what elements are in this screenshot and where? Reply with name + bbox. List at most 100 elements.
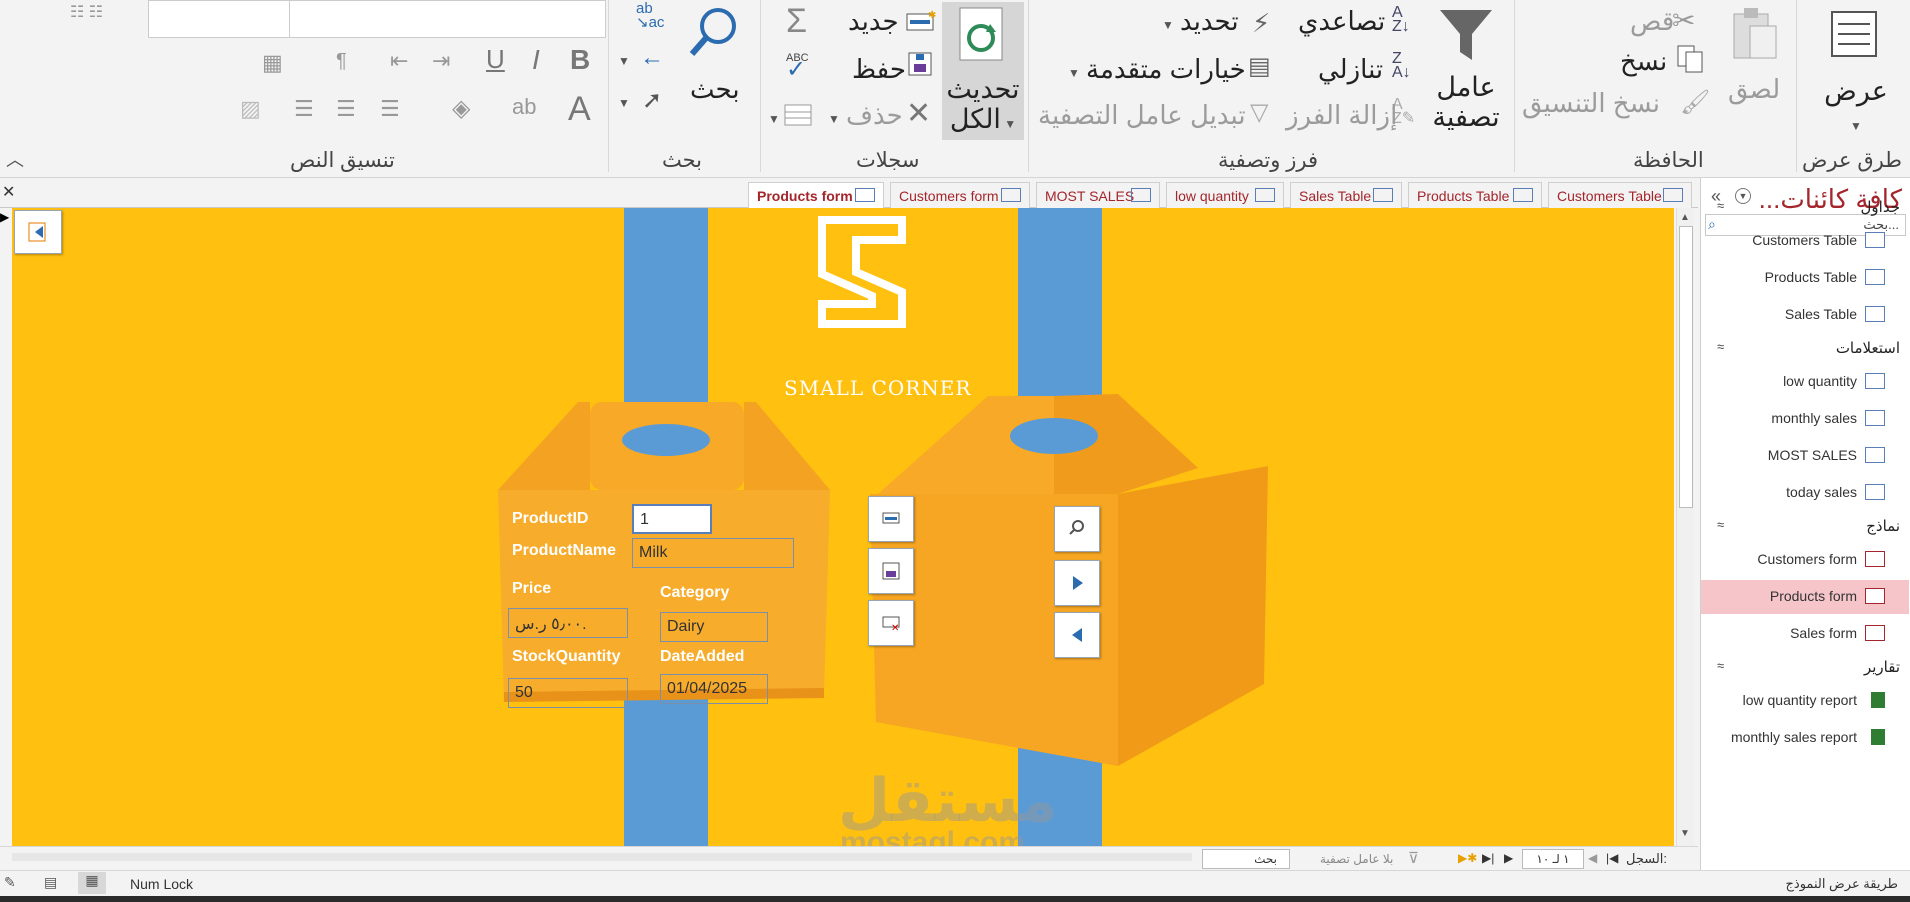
tab-products-form[interactable]: Products form	[748, 182, 884, 209]
tab-customers-table[interactable]: Customers Table	[1548, 182, 1692, 208]
bold-icon[interactable]: B	[570, 44, 590, 76]
stockquantity-field[interactable]: 50	[508, 678, 628, 708]
replace-icon[interactable]: ab ↘ac	[636, 1, 664, 30]
collapse-section-icon[interactable]: ≈	[1717, 658, 1724, 673]
new-record-button[interactable]	[868, 496, 914, 542]
collapse-section-icon[interactable]: ≈	[1717, 198, 1724, 213]
selection-button[interactable]: تحديد	[1180, 6, 1239, 37]
tab-low-quantity[interactable]: low quantity	[1166, 182, 1284, 208]
select-dropdown-icon[interactable]: ▼	[618, 96, 630, 110]
nav-item-products-table[interactable]: Products Table	[1701, 261, 1909, 295]
collapse-section-icon[interactable]: ≈	[1717, 339, 1724, 354]
productid-field[interactable]: 1	[632, 504, 712, 534]
nav-item-most-sales[interactable]: MOST SALES	[1701, 439, 1909, 473]
close-icon[interactable]: ✕	[2, 182, 15, 202]
layout-view-icon[interactable]: ▤	[44, 874, 57, 891]
copy-button[interactable]: نسخ	[1620, 46, 1667, 77]
new-button[interactable]: جديد	[848, 6, 899, 37]
hscroll-thumb[interactable]	[12, 853, 1192, 861]
delete-record-button[interactable]: ✕	[868, 600, 914, 646]
delete-dropdown-icon[interactable]: ▼	[828, 112, 840, 126]
select-cursor-icon[interactable]: ➚	[642, 86, 662, 115]
refresh-all-button[interactable]: تحديث الكل ▼	[942, 2, 1024, 140]
collapse-section-icon[interactable]: ≈	[1717, 517, 1724, 532]
font-color-icon[interactable]: A	[568, 90, 591, 129]
underline-icon[interactable]: U	[486, 44, 505, 75]
nav-menu-icon[interactable]: ▼	[1735, 188, 1751, 204]
align-left-icon[interactable]: ☰	[294, 96, 314, 122]
bullets-icon[interactable]: ☷ ☷	[70, 2, 103, 22]
find-button[interactable]: بحث	[690, 74, 740, 105]
paste-button[interactable]: لصق	[1728, 74, 1780, 105]
find-record-button[interactable]	[1054, 506, 1100, 552]
next-record-icon[interactable]: ▶	[1504, 851, 1513, 865]
highlight-icon[interactable]: ab	[512, 94, 536, 120]
nav-item-low-quantity[interactable]: low quantity	[1701, 365, 1909, 399]
nav-section-header[interactable]: جداول	[1861, 198, 1900, 216]
category-field[interactable]: Dairy	[660, 612, 768, 642]
nav-section-header[interactable]: نماذج	[1866, 517, 1900, 535]
remove-sort-button[interactable]: إزالة الفرز	[1286, 100, 1397, 131]
advanced-dropdown-icon[interactable]: ▼	[1068, 66, 1080, 80]
nav-item-sales-table[interactable]: Sales Table	[1701, 298, 1909, 332]
goto-icon[interactable]: ←	[640, 44, 664, 72]
tab-sales-table[interactable]: Sales Table	[1290, 182, 1402, 208]
more-dropdown-icon[interactable]: ▼	[768, 112, 780, 126]
delete-button[interactable]: حذف	[846, 100, 903, 131]
align-right-icon[interactable]: ☰	[380, 96, 400, 122]
nav-item-customers-table[interactable]: Customers Table	[1701, 224, 1909, 258]
nav-item-today-sales[interactable]: today sales	[1701, 476, 1909, 510]
paste-icon[interactable]	[1726, 4, 1782, 64]
sort-ascending-button[interactable]: تصاعدي	[1298, 6, 1385, 37]
more-records-icon[interactable]	[784, 104, 814, 126]
filter-icon[interactable]	[1436, 4, 1496, 64]
previous-record-button[interactable]	[1054, 612, 1100, 658]
indent-icon[interactable]: ⇥	[432, 48, 450, 74]
fill-color-icon[interactable]: ◈	[452, 94, 470, 123]
nav-item-customers-form[interactable]: Customers form	[1701, 543, 1909, 577]
font-name-box[interactable]	[288, 0, 606, 38]
record-selector-icon[interactable]: ▶	[0, 210, 9, 224]
dateadded-field[interactable]: 01/04/2025	[660, 674, 768, 704]
nav-item-low-quantity-report[interactable]: low quantity report	[1701, 684, 1909, 718]
search-icon[interactable]	[686, 4, 742, 60]
outdent-icon[interactable]: ⇤	[390, 48, 408, 74]
record-position-input[interactable]: ١ لـ ١٠	[1522, 849, 1584, 869]
next-record-button[interactable]	[1054, 560, 1100, 606]
nav-item-monthly-sales-report[interactable]: monthly sales report	[1701, 721, 1909, 755]
toggle-filter-button[interactable]: تبديل عامل التصفية	[1038, 100, 1246, 131]
tab-customers-form[interactable]: Customers form	[890, 182, 1030, 208]
recbar-search-input[interactable]: بحث	[1202, 849, 1290, 869]
format-painter-button[interactable]: نسخ التنسيق	[1522, 88, 1660, 119]
nav-section-header[interactable]: استعلامات	[1836, 339, 1900, 357]
font-size-box[interactable]	[148, 0, 290, 38]
tab-products-table[interactable]: Products Table	[1408, 182, 1542, 208]
productname-field[interactable]: Milk	[632, 538, 794, 568]
cut-button[interactable]: قص	[1630, 6, 1674, 37]
filter-button[interactable]: عامل تصفية	[1428, 72, 1504, 132]
nav-item-sales-form[interactable]: Sales form	[1701, 617, 1909, 651]
previous-record-icon[interactable]: ◀	[1588, 851, 1597, 865]
alt-row-color-icon[interactable]: ▨	[240, 96, 261, 122]
totals-icon[interactable]: Σ	[786, 2, 807, 41]
design-view-icon[interactable]: ✎	[4, 874, 16, 891]
price-field[interactable]: ٥٫٠٠ ر.س.	[508, 608, 628, 638]
nav-item-monthly-sales[interactable]: monthly sales	[1701, 402, 1909, 436]
selection-dropdown-icon[interactable]: ▼	[1162, 18, 1174, 32]
view-button[interactable]: عرض ▼	[1818, 76, 1894, 141]
advanced-button[interactable]: خيارات متقدمة	[1086, 54, 1246, 85]
view-icon[interactable]	[1826, 6, 1882, 62]
rtl-paragraph-icon[interactable]: ¶	[336, 50, 347, 73]
save-record-button[interactable]	[868, 548, 914, 594]
gridlines-icon[interactable]: ▦	[262, 50, 283, 76]
save-button[interactable]: حفظ	[852, 54, 906, 85]
first-record-icon[interactable]: |◀	[1606, 851, 1618, 865]
vertical-scrollbar[interactable]: ▲ ▼	[1676, 208, 1694, 846]
tab-most-sales[interactable]: MOST SALES	[1036, 182, 1160, 208]
last-record-icon[interactable]: ▶|	[1482, 851, 1494, 865]
nav-item-products-form[interactable]: Products form	[1701, 580, 1909, 614]
spelling-icon[interactable]: ABC ✓	[786, 52, 809, 82]
collapse-ribbon-icon[interactable]: ︿	[6, 146, 24, 172]
goto-dropdown-icon[interactable]: ▼	[618, 54, 630, 68]
form-view-icon[interactable]: ▦	[78, 872, 106, 894]
